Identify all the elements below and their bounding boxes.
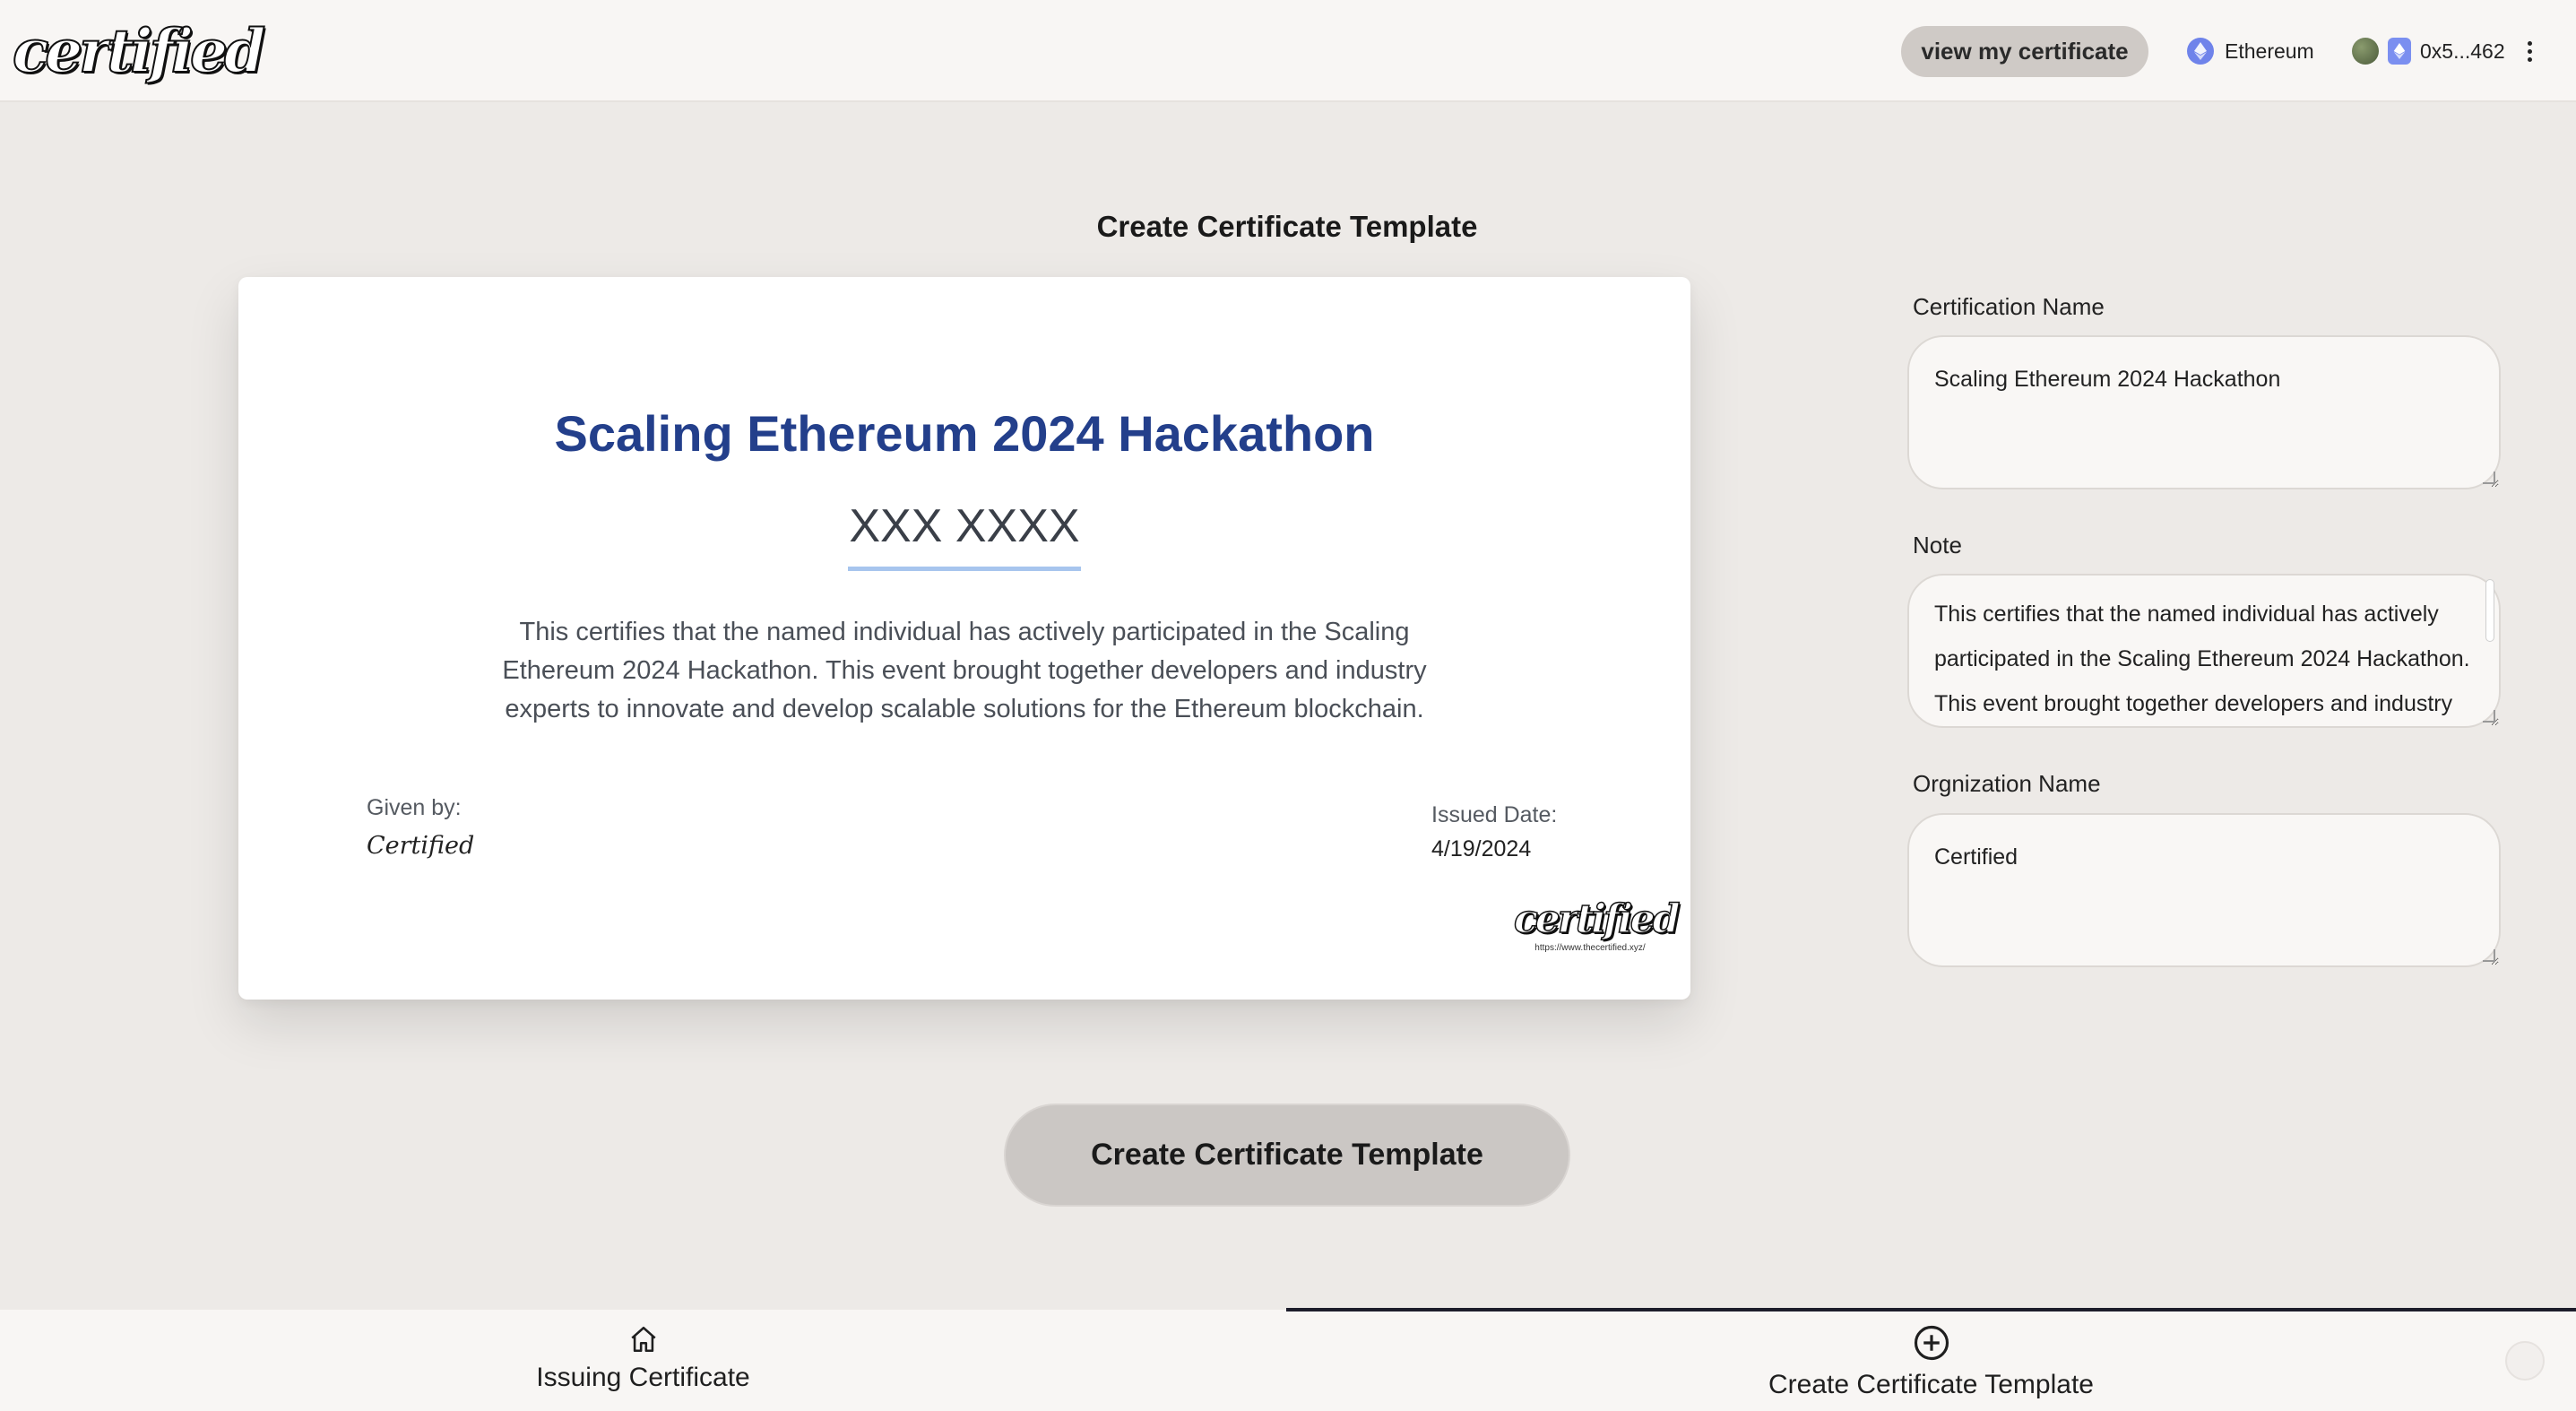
given-by-signature: Certified: [367, 832, 475, 860]
kebab-menu-icon[interactable]: [2521, 36, 2539, 66]
account-address: 0x5...462: [2420, 39, 2505, 63]
home-icon: [628, 1324, 659, 1359]
account-avatar: [2352, 38, 2379, 65]
wallet-icon: [2388, 38, 2411, 65]
brand-url: https://www.thecertified.xyz/: [1534, 943, 1646, 953]
resize-handle[interactable]: [2483, 472, 2495, 484]
network-selector[interactable]: Ethereum: [2187, 32, 2314, 70]
view-my-certificate-button[interactable]: view my certificate: [1901, 26, 2148, 77]
nav-item-create-certificate-template[interactable]: Create Certificate Template: [1288, 1310, 2574, 1411]
organization-name-field[interactable]: Certified: [1907, 813, 2501, 967]
certification-name-field[interactable]: Scaling Ethereum 2024 Hackathon: [1907, 335, 2501, 489]
plus-circle-icon: [1913, 1324, 1950, 1366]
note-label: Note: [1913, 532, 1962, 558]
logo-wordmark: certified: [12, 15, 266, 87]
ethereum-icon: [2187, 38, 2214, 65]
network-name: Ethereum: [2225, 39, 2314, 63]
top-header: certified view my certificate Ethereum 0…: [0, 0, 2576, 102]
nav-label: Issuing Certificate: [536, 1363, 750, 1392]
certificate-title: Scaling Ethereum 2024 Hackathon: [554, 405, 1375, 462]
account-button[interactable]: 0x5...462: [2352, 32, 2539, 70]
page-title: Create Certificate Template: [1096, 210, 1478, 243]
recipient-underline: [848, 567, 1081, 571]
issued-date-label: Issued Date:: [1431, 802, 1558, 827]
certificate-brand-logo: certified https://www.thecertified.xyz/: [1513, 896, 1681, 953]
issued-date-value: 4/19/2024: [1431, 836, 1532, 861]
certification-name-label: Certification Name: [1913, 293, 2105, 320]
resize-handle[interactable]: [2483, 710, 2495, 723]
certificate-preview: Scaling Ethereum 2024 Hackathon XXX XXXX…: [238, 277, 1690, 1000]
resize-handle[interactable]: [2483, 949, 2495, 962]
brand-wordmark: certified: [1513, 896, 1681, 942]
note-field[interactable]: This certifies that the named individual…: [1907, 574, 2501, 728]
nav-item-issuing-certificate[interactable]: Issuing Certificate: [0, 1310, 1286, 1411]
given-by-label: Given by:: [367, 795, 462, 820]
note-scrollbar[interactable]: [2485, 579, 2494, 642]
organization-name-label: Orgnization Name: [1913, 770, 2101, 797]
certificate-recipient: XXX XXXX: [849, 500, 1080, 552]
nav-label: Create Certificate Template: [1768, 1370, 2094, 1399]
app-logo[interactable]: certified: [12, 13, 266, 90]
floating-action-circle[interactable]: [2505, 1341, 2545, 1381]
certificate-note: This certifies that the named individual…: [502, 618, 1427, 723]
create-certificate-template-button[interactable]: Create Certificate Template: [1004, 1104, 1570, 1207]
